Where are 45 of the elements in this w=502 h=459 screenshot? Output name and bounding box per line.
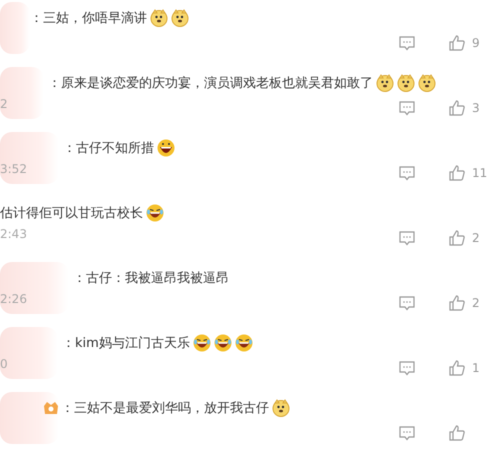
comment-time: 0 [0, 357, 8, 371]
comment-time: 3:52 [0, 162, 27, 176]
like-count: 11 [472, 166, 488, 180]
comment-time: 2:43 [0, 227, 27, 241]
thumbs-up-icon[interactable] [448, 34, 466, 52]
comment-text: ：古仔不知所措 [63, 140, 154, 157]
laughing-face-icon [146, 204, 164, 222]
comment-text: 估计得佢可以甘玩古校长 [0, 205, 143, 222]
thumbs-up-icon[interactable] [448, 229, 466, 247]
thumbs-up-icon[interactable] [448, 99, 466, 117]
comment-icon[interactable] [398, 294, 416, 312]
comment-time: 2 [0, 97, 8, 111]
dog-face-icon [397, 74, 415, 92]
laughing-face-icon [214, 334, 232, 352]
thumbs-up-icon[interactable] [448, 359, 466, 377]
like-count: 3 [472, 101, 481, 115]
laughing-face-icon [192, 334, 211, 352]
comment-time: 2:26 [0, 292, 27, 306]
comment-icon[interactable] [398, 424, 416, 442]
comment-icon[interactable] [398, 34, 416, 52]
like-count: 1 [472, 361, 481, 375]
comment-text: ：原来是谈恋爱的庆功宴，演员调戏老板也就吴君如敢了 [48, 75, 373, 92]
thumbs-up-icon[interactable] [448, 424, 466, 442]
laughing-face-icon [234, 334, 253, 352]
thumbs-up-icon[interactable] [448, 294, 466, 312]
dog-face-icon [418, 74, 436, 92]
dog-face-icon [171, 9, 189, 27]
blurred-username [0, 2, 30, 54]
comment-text: ：kim妈与江门古天乐 [62, 335, 190, 352]
comment-text: ：三姑不是最爱刘华吗，放开我古仔 [61, 400, 269, 417]
like-count: 2 [472, 231, 481, 245]
grinning-face-icon [157, 139, 175, 157]
dog-face-icon [376, 74, 394, 92]
comment-icon[interactable] [398, 229, 416, 247]
comment-text: ：古仔：我被逼昂我被逼昂 [73, 270, 229, 287]
dog-face-icon [272, 399, 290, 417]
dog-face-icon [150, 9, 168, 27]
comment-icon[interactable] [398, 164, 416, 182]
blurred-username [0, 67, 44, 119]
comment-text: ：三姑，你唔早滴讲 [30, 10, 147, 27]
thumbs-up-icon[interactable] [448, 164, 466, 182]
comment-icon[interactable] [398, 99, 416, 117]
comment-icon[interactable] [398, 359, 416, 377]
like-count: 9 [472, 36, 481, 50]
like-count: 2 [472, 296, 481, 310]
